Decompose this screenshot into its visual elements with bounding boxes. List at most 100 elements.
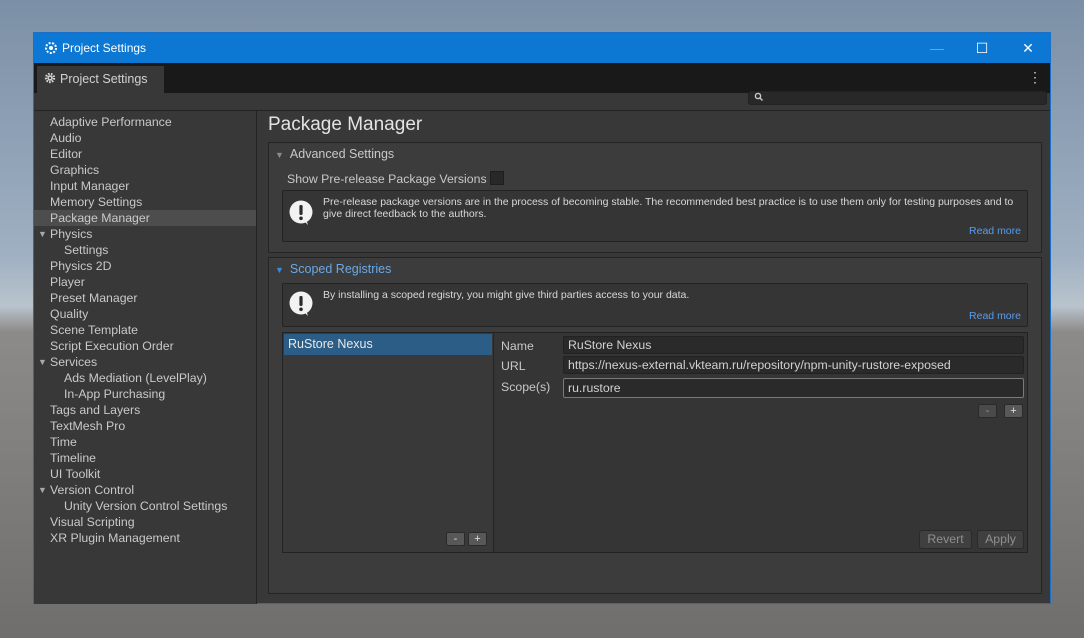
scopes-label: Scope(s) bbox=[501, 380, 551, 394]
scoped-registries-header: Scoped Registries bbox=[289, 262, 392, 276]
package-manager-panel: Package Manager ▼ Advanced Settings Show … bbox=[257, 111, 1050, 603]
sidebar-item[interactable]: Settings bbox=[34, 242, 256, 258]
project-settings-window: Project Settings — ☐ ✕ Project Settings … bbox=[33, 32, 1051, 604]
sidebar-item-label: Package Manager bbox=[50, 211, 150, 225]
foldout-arrow-icon[interactable]: ▼ bbox=[38, 226, 47, 242]
advanced-settings-header: Advanced Settings bbox=[289, 147, 395, 161]
sidebar-item-label: UI Toolkit bbox=[50, 467, 101, 481]
title-bar[interactable]: Project Settings — ☐ ✕ bbox=[34, 33, 1050, 63]
url-label: URL bbox=[501, 359, 526, 373]
search-icon bbox=[754, 92, 763, 101]
sidebar-item[interactable]: Time bbox=[34, 434, 256, 450]
prerelease-label: Show Pre-release Package Versions bbox=[287, 172, 487, 186]
search-input[interactable] bbox=[748, 91, 1047, 105]
gear-icon bbox=[44, 72, 56, 84]
sidebar-item-label: Audio bbox=[50, 131, 82, 145]
sidebar-item-label: Scene Template bbox=[50, 323, 138, 337]
sidebar-item[interactable]: Visual Scripting bbox=[34, 514, 256, 530]
settings-sidebar: Adaptive Performance Audio Editor Graphics I… bbox=[34, 111, 257, 604]
foldout-arrow-icon: ▼ bbox=[275, 265, 284, 275]
sidebar-item[interactable]: Quality bbox=[34, 306, 256, 322]
sidebar-item[interactable]: Preset Manager bbox=[34, 290, 256, 306]
tab-project-settings[interactable]: Project Settings bbox=[37, 66, 164, 93]
name-field[interactable]: RuStore Nexus bbox=[563, 336, 1024, 354]
sidebar-item-label: Services bbox=[50, 355, 98, 369]
sidebar-item[interactable]: Script Execution Order bbox=[34, 338, 256, 354]
add-scope-button[interactable]: + bbox=[1004, 404, 1023, 418]
url-field[interactable]: https://nexus-external.vkteam.ru/reposit… bbox=[563, 356, 1024, 374]
registry-details: Name RuStore Nexus URL https://nexus-ext… bbox=[494, 333, 1027, 552]
scoped-registries-section: ▼ Scoped Registries By installing a scope… bbox=[268, 257, 1042, 594]
sidebar-item[interactable]: Player bbox=[34, 274, 256, 290]
remove-scope-button[interactable]: - bbox=[978, 404, 997, 418]
scope-field[interactable]: ru.rustore bbox=[563, 378, 1024, 398]
prerelease-help-text: Pre-release package versions are in the … bbox=[323, 196, 1014, 220]
sidebar-item-label: Tags and Layers bbox=[50, 403, 141, 417]
sidebar-item[interactable]: Input Manager bbox=[34, 178, 256, 194]
sidebar-item-label: Time bbox=[50, 435, 77, 449]
sidebar-item-label: Adaptive Performance bbox=[50, 115, 172, 129]
sidebar-item-label: Script Execution Order bbox=[50, 339, 174, 353]
page-title: Package Manager bbox=[268, 114, 423, 135]
sidebar-item[interactable]: Adaptive Performance bbox=[34, 114, 256, 130]
sidebar-item[interactable]: Timeline bbox=[34, 450, 256, 466]
sidebar-item[interactable]: XR Plugin Management bbox=[34, 530, 256, 546]
sidebar-item-label: Ads Mediation (LevelPlay) bbox=[64, 371, 207, 385]
read-more-link[interactable]: Read more bbox=[969, 225, 1021, 237]
close-button[interactable]: ✕ bbox=[1005, 33, 1051, 63]
warning-icon bbox=[289, 291, 313, 316]
maximize-button[interactable]: ☐ bbox=[959, 33, 1005, 63]
tab-bar: Project Settings ⋮ bbox=[34, 63, 1050, 93]
sidebar-item-label: Preset Manager bbox=[50, 291, 138, 305]
prerelease-help-box: Pre-release package versions are in the … bbox=[282, 190, 1028, 242]
sidebar-item[interactable]: ▼ Physics bbox=[34, 226, 256, 242]
sidebar-item[interactable]: ▼ Services bbox=[34, 354, 256, 370]
sidebar-item-label: Settings bbox=[64, 243, 109, 257]
sidebar-item-label: Timeline bbox=[50, 451, 97, 465]
foldout-arrow-icon[interactable]: ▼ bbox=[38, 482, 47, 498]
minimize-button[interactable]: — bbox=[914, 33, 960, 63]
sidebar-item[interactable]: In-App Purchasing bbox=[34, 386, 256, 402]
add-registry-button[interactable]: + bbox=[468, 532, 487, 546]
sidebar-item[interactable]: UI Toolkit bbox=[34, 466, 256, 482]
sidebar-item-label: Quality bbox=[50, 307, 89, 321]
apply-button[interactable]: Apply bbox=[977, 530, 1024, 549]
scoped-registries-foldout[interactable]: ▼ Scoped Registries bbox=[275, 262, 391, 276]
tab-label: Project Settings bbox=[60, 72, 148, 86]
remove-registry-button[interactable]: - bbox=[446, 532, 465, 546]
sidebar-item-label: XR Plugin Management bbox=[50, 531, 180, 545]
sidebar-item[interactable]: Physics 2D bbox=[34, 258, 256, 274]
sidebar-item[interactable]: ▼ Version Control bbox=[34, 482, 256, 498]
sidebar-item-label: Physics 2D bbox=[50, 259, 112, 273]
scoped-registry-help-box: By installing a scoped registry, you mig… bbox=[282, 283, 1028, 327]
registry-editor: RuStore Nexus - + Name RuStore Nexus URL… bbox=[282, 332, 1028, 553]
prerelease-checkbox[interactable] bbox=[489, 171, 504, 185]
revert-button[interactable]: Revert bbox=[919, 530, 972, 549]
scoped-registry-help-text: By installing a scoped registry, you mig… bbox=[323, 289, 690, 301]
advanced-settings-foldout[interactable]: ▼ Advanced Settings bbox=[275, 147, 394, 161]
sidebar-item-label: Visual Scripting bbox=[50, 515, 135, 529]
foldout-arrow-icon[interactable]: ▼ bbox=[38, 354, 47, 370]
sidebar-item-label: Memory Settings bbox=[50, 195, 143, 209]
sidebar-item[interactable]: Audio bbox=[34, 130, 256, 146]
sidebar-item[interactable]: TextMesh Pro bbox=[34, 418, 256, 434]
sidebar-item-label: Version Control bbox=[50, 483, 135, 497]
sidebar-item[interactable]: Editor bbox=[34, 146, 256, 162]
sidebar-item[interactable]: Unity Version Control Settings bbox=[34, 498, 256, 514]
sidebar-item[interactable]: Tags and Layers bbox=[34, 402, 256, 418]
sidebar-item[interactable]: Package Manager bbox=[34, 210, 256, 226]
sidebar-item-label: In-App Purchasing bbox=[64, 387, 166, 401]
sidebar-item[interactable]: Graphics bbox=[34, 162, 256, 178]
sidebar-item[interactable]: Scene Template bbox=[34, 322, 256, 338]
sidebar-item-label: Input Manager bbox=[50, 179, 130, 193]
advanced-settings-section: ▼ Advanced Settings Show Pre-release Pack… bbox=[268, 142, 1042, 253]
sidebar-item-label: TextMesh Pro bbox=[50, 419, 126, 433]
sidebar-item[interactable]: Ads Mediation (LevelPlay) bbox=[34, 370, 256, 386]
name-label: Name bbox=[501, 339, 534, 353]
more-options-icon[interactable]: ⋮ bbox=[1028, 69, 1042, 86]
read-more-link[interactable]: Read more bbox=[969, 310, 1021, 322]
registry-list-item[interactable]: RuStore Nexus bbox=[284, 334, 492, 355]
sidebar-item-label: Physics bbox=[50, 227, 93, 241]
sidebar-item-label: Player bbox=[50, 275, 85, 289]
sidebar-item[interactable]: Memory Settings bbox=[34, 194, 256, 210]
